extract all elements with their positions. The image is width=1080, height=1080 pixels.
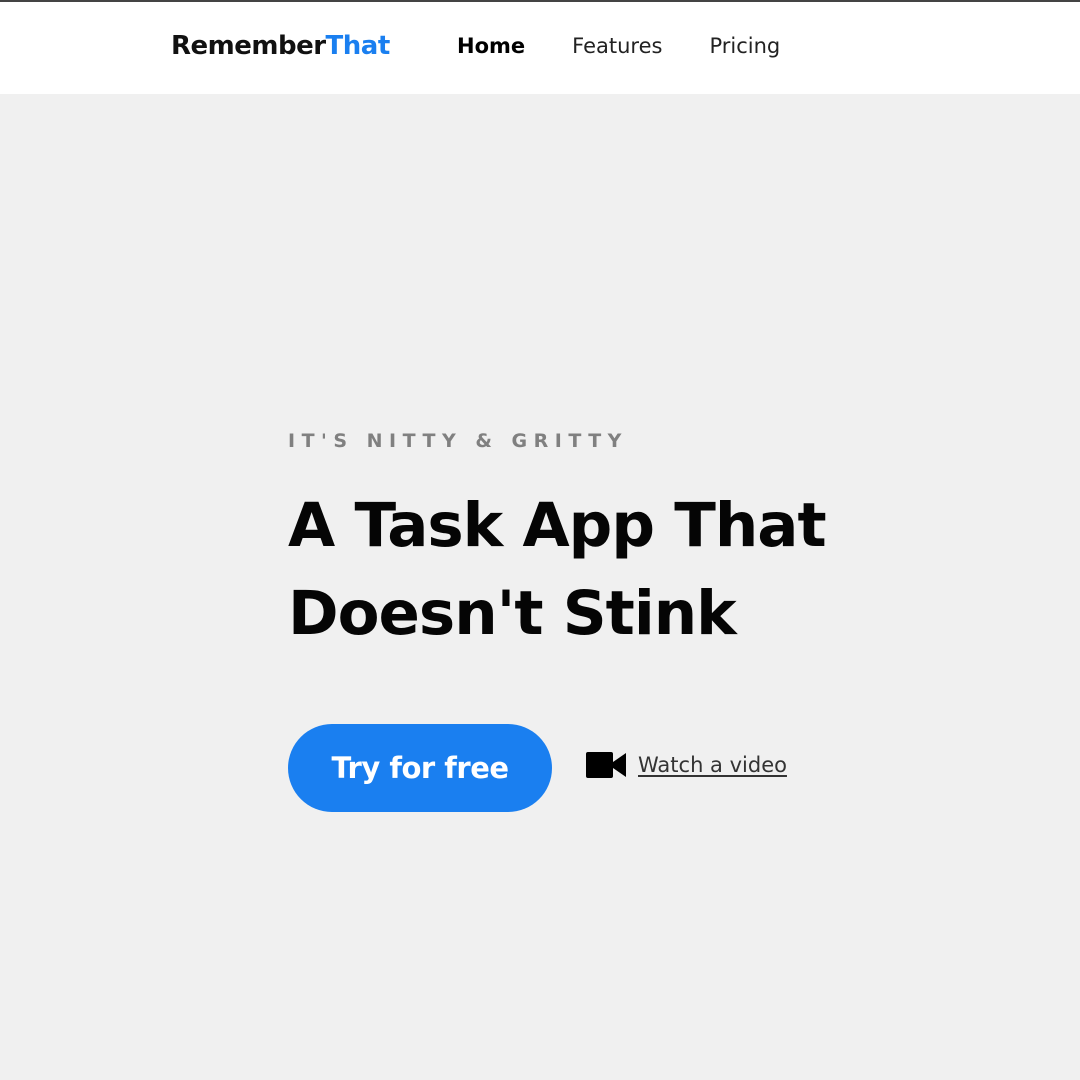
nav-link-home[interactable]: Home	[457, 31, 525, 61]
hero-headline-line-2: Doesn't Stink	[288, 578, 737, 649]
hero-headline: A Task App That Doesn't Stink	[288, 482, 988, 658]
video-camera-icon	[586, 751, 626, 779]
hero-eyebrow: IT'S NITTY & GRITTY	[288, 430, 628, 452]
navbar: RememberThat Home Features Pricing	[0, 2, 1080, 94]
logo[interactable]: RememberThat	[171, 28, 390, 64]
hero-section: IT'S NITTY & GRITTY A Task App That Does…	[288, 426, 988, 699]
nav-links: Home Features Pricing	[457, 31, 827, 61]
cta-row: Try for free Watch a video	[288, 724, 787, 812]
try-for-free-button[interactable]: Try for free	[288, 724, 552, 812]
page: RememberThat Home Features Pricing IT'S …	[0, 0, 1080, 1080]
nav-link-features[interactable]: Features	[572, 31, 662, 61]
hero-headline-line-1: A Task App That	[288, 490, 827, 561]
watch-video-link[interactable]: Watch a video	[586, 751, 787, 779]
logo-text-that: That	[325, 31, 391, 61]
logo-text-remember: Remember	[171, 31, 326, 61]
watch-video-label: Watch a video	[638, 753, 787, 777]
nav-link-pricing[interactable]: Pricing	[709, 31, 780, 61]
